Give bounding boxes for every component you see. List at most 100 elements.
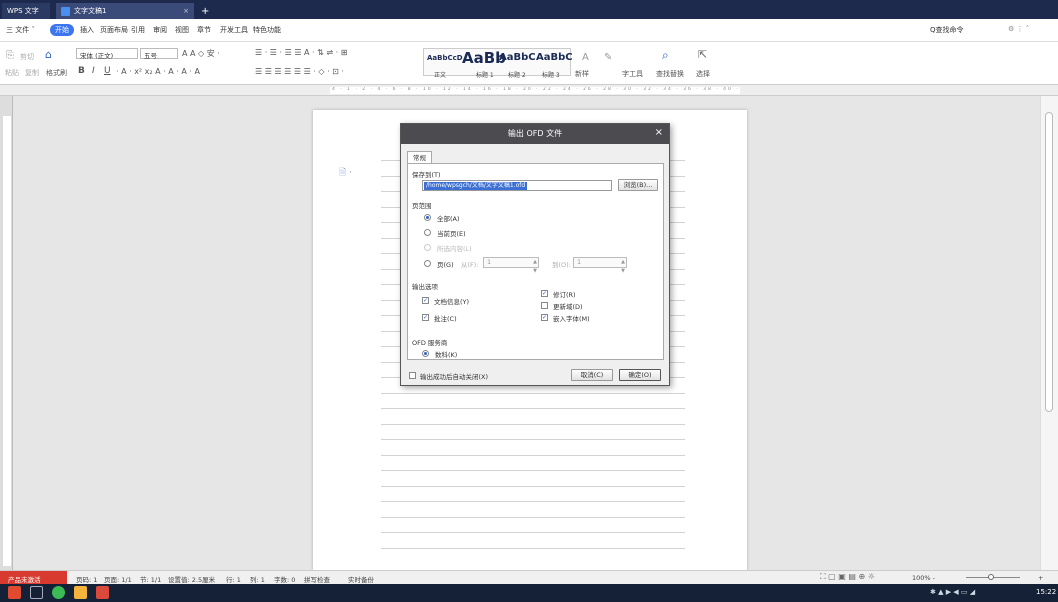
zoom-in-button[interactable]: + (1038, 574, 1043, 582)
status-position: 设置值: 2.5厘米 (168, 576, 216, 584)
wps-taskbar-icon[interactable] (96, 586, 109, 599)
find-replace-button[interactable]: 查找替换 (656, 69, 684, 79)
copy-button[interactable]: 复制 (25, 68, 39, 78)
menu-bar: 三 文件 ˇ 开始 插入 页面布局 引用 审阅 视图 章节 开发工具 特色功能 … (0, 19, 1058, 42)
menu-features[interactable]: 特色功能 (253, 25, 281, 35)
auto-close-checkbox[interactable] (409, 372, 416, 379)
spin-arrows-icon[interactable]: ▲ ▼ (533, 258, 537, 276)
new-tab-button[interactable]: + (196, 3, 210, 19)
font-size-select[interactable]: 五号 (140, 48, 178, 60)
status-pages: 页面: 1/1 (104, 576, 132, 584)
find-replace-icon[interactable]: ⌕ (662, 48, 669, 63)
comments-label: 批注(C) (434, 315, 457, 323)
style-normal-preview[interactable]: AaBbCcD (427, 54, 463, 62)
provider-value: 数科(K) (435, 351, 458, 359)
menu-references[interactable]: 引用 (131, 25, 145, 35)
font-size-buttons[interactable]: A A ◇ 安 · (182, 48, 220, 59)
list-buttons[interactable]: ☰ · ☰ · ☰ ☰ A · ⇅ ⇌ · ⊞ (255, 48, 347, 57)
search-command[interactable]: Q查找命令 (930, 25, 964, 35)
revisions-checkbox[interactable]: ✓ (541, 290, 548, 297)
vertical-ruler-track[interactable] (3, 116, 11, 566)
backup-button[interactable]: 实时备份 (348, 574, 374, 584)
menu-view[interactable]: 视图 (175, 25, 189, 35)
range-pages-radio[interactable] (424, 260, 431, 267)
new-style-button[interactable]: 新样 (575, 69, 589, 79)
menu-chapter[interactable]: 章节 (197, 25, 211, 35)
paste-button[interactable]: 粘贴 (5, 68, 19, 78)
spin-arrows-icon[interactable]: ▲ ▼ (621, 258, 625, 276)
align-buttons[interactable]: ☰ ☰ ☰ ☰ ☰ ☰ · ◇ · ⊡ · (255, 67, 344, 76)
zoom-level[interactable]: 100% - (912, 574, 935, 582)
from-label: 从(F): (461, 261, 479, 269)
close-tab-icon[interactable]: × (183, 7, 189, 15)
select-button[interactable]: 选择 (696, 69, 710, 79)
text-tool-button[interactable]: 字工具 (622, 69, 643, 79)
doc-info-checkbox[interactable]: ✓ (422, 297, 429, 304)
scrollbar-thumb[interactable] (1045, 112, 1053, 412)
browser-icon[interactable] (52, 586, 65, 599)
document-line (381, 485, 685, 487)
browse-button[interactable]: 浏览(B)... (618, 179, 658, 191)
text-tool-icon[interactable]: ✎ (604, 52, 612, 63)
settings-icon[interactable]: ⚙ ⋮ ˄ (1008, 25, 1029, 33)
vertical-scrollbar[interactable] (1040, 96, 1058, 570)
range-all-radio[interactable] (424, 214, 431, 221)
update-fields-checkbox[interactable] (541, 302, 548, 309)
italic-button[interactable]: I (92, 66, 95, 76)
zoom-slider-handle[interactable] (988, 574, 994, 580)
underline-button[interactable]: U (104, 66, 111, 76)
output-options-label: 输出选项 (412, 283, 438, 291)
dialog-close-icon[interactable]: × (655, 124, 663, 142)
menu-insert[interactable]: 插入 (80, 25, 94, 35)
to-value: 1 (577, 258, 582, 266)
style-h3-preview[interactable]: AaBbC (536, 52, 573, 63)
file-manager-icon[interactable] (74, 586, 87, 599)
status-words: 字数: 0 (274, 576, 296, 584)
tray-icons[interactable]: ✱ ▲ ▶ ◀ ▭ ◢ (930, 588, 975, 596)
cut-button[interactable]: 剪切 (20, 52, 34, 62)
select-cursor-icon[interactable]: ⇱ (698, 48, 707, 61)
menu-page-layout[interactable]: 页面布局 (100, 25, 128, 35)
view-mode-icons[interactable]: ⛶ ▢ ▣ ▤ ⊕ ☼ (820, 572, 875, 582)
from-spinbox[interactable]: 1 ▲ ▼ (483, 257, 539, 274)
ruler-marks[interactable]: 4 · 1 · 2 · 4 · 6 · 8 · 10 · 12 · 14 · 1… (330, 87, 740, 94)
paragraph-icon[interactable]: 🗎 · (339, 165, 352, 181)
menu-start[interactable]: 开始 (50, 24, 74, 36)
general-panel: 保存到(T) /home/wpsgch/文档/文字文稿1.ofd 浏览(B)..… (407, 163, 664, 360)
save-path-field[interactable]: /home/wpsgch/文档/文字文稿1.ofd (422, 180, 612, 191)
cancel-button[interactable]: 取消(C) (571, 369, 613, 381)
paste-icon[interactable]: ⎘ (6, 50, 14, 61)
format-painter-icon[interactable]: ⌂ (45, 48, 52, 61)
to-spinbox[interactable]: 1 ▲ ▼ (573, 257, 627, 274)
document-line (381, 392, 685, 394)
status-row: 行: 1 (226, 576, 241, 584)
tab-document[interactable]: 文字文稿1 × (56, 3, 194, 19)
provider-radio[interactable] (422, 350, 429, 357)
status-page[interactable]: 页码: 1 (76, 574, 97, 584)
bold-button[interactable]: B (78, 66, 85, 76)
new-style-icon[interactable]: A (582, 52, 589, 63)
style-h2-preview[interactable]: AaBbC (499, 52, 536, 63)
font-name-select[interactable]: 宋体 (正文) (76, 48, 138, 60)
start-menu-icon[interactable] (8, 586, 21, 599)
app-tab-label: WPS 文字 (7, 7, 39, 15)
ok-button[interactable]: 确定(O) (619, 369, 661, 381)
status-bar: 产品未激活 页码: 1 页面: 1/1 节: 1/1 设置值: 2.5厘米 行:… (0, 570, 1058, 585)
document-line (381, 532, 685, 533)
text-effects-buttons[interactable]: · A · x² x₂ A · A · A · A (116, 67, 200, 76)
file-menu[interactable]: 三 文件 ˇ (6, 25, 35, 35)
document-line (381, 501, 685, 502)
activate-badge[interactable]: 产品未激活 (0, 571, 67, 585)
range-current-radio[interactable] (424, 229, 431, 236)
embed-fonts-checkbox[interactable]: ✓ (541, 314, 548, 321)
format-painter-button[interactable]: 格式刷 (46, 68, 67, 78)
document-line (381, 454, 685, 456)
show-desktop-icon[interactable] (30, 586, 43, 599)
spell-check-button[interactable]: 拼写检查 (304, 574, 330, 584)
auto-close-label: 输出成功后自动关闭(X) (420, 373, 489, 381)
tab-wps-writer[interactable]: WPS 文字 (2, 3, 50, 19)
update-fields-label: 更新域(D) (553, 303, 583, 311)
menu-developer[interactable]: 开发工具 (220, 25, 248, 35)
menu-review[interactable]: 审阅 (153, 25, 167, 35)
comments-checkbox[interactable]: ✓ (422, 314, 429, 321)
